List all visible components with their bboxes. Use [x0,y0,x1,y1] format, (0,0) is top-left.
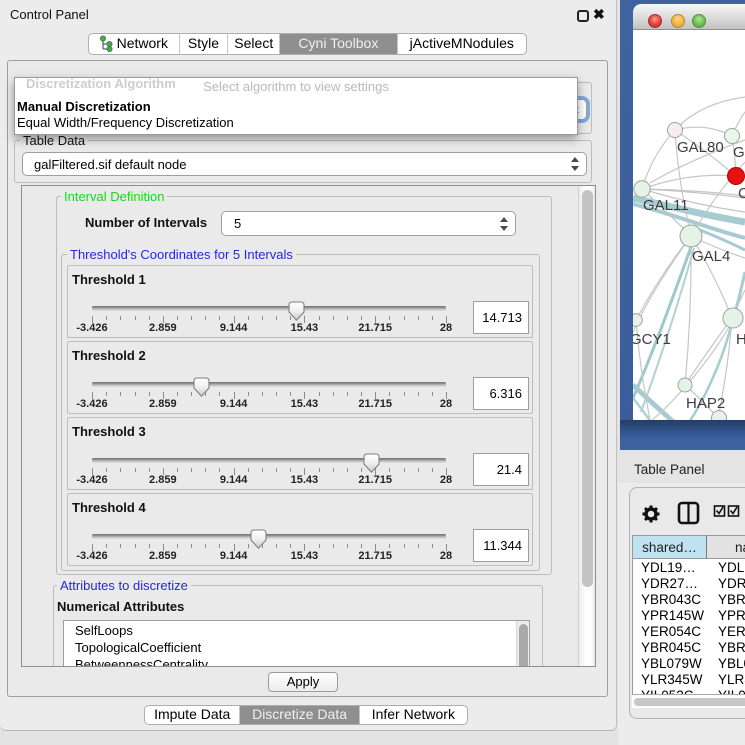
svg-text:GCY1: GCY1 [633,331,671,348]
svg-text:GAL11: GAL11 [643,197,689,214]
svg-text:H: H [736,331,745,348]
svg-text:GAL80: GAL80 [677,139,724,156]
svg-text:GAL4: GAL4 [692,248,730,265]
svg-text:G..: G.. [733,144,745,161]
svg-text:HAP2: HAP2 [686,395,725,412]
svg-text:C: C [738,185,745,202]
